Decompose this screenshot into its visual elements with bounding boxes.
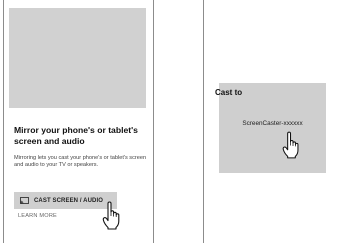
- cast-icon: [20, 197, 29, 204]
- hand-pointer-icon: [102, 201, 120, 230]
- screen-description: Mirroring lets you cast your phone's or …: [14, 155, 147, 168]
- screen-title: Mirror your phone's or tablet's screen a…: [14, 125, 138, 146]
- device-list-item[interactable]: ScreenCaster-xxxxxx: [219, 120, 326, 127]
- hero-image-placeholder: [9, 8, 146, 108]
- right-phone-screen: Cast to ScreenCaster-xxxxxx: [203, 0, 347, 243]
- dialog-title: Cast to: [215, 88, 243, 97]
- left-phone-screen: Mirror your phone's or tablet's screen a…: [3, 0, 154, 243]
- learn-more-link[interactable]: LEARN MORE: [18, 213, 57, 219]
- cast-button-label: CAST SCREEN / AUDIO: [34, 197, 104, 204]
- hand-pointer-icon: [282, 131, 299, 159]
